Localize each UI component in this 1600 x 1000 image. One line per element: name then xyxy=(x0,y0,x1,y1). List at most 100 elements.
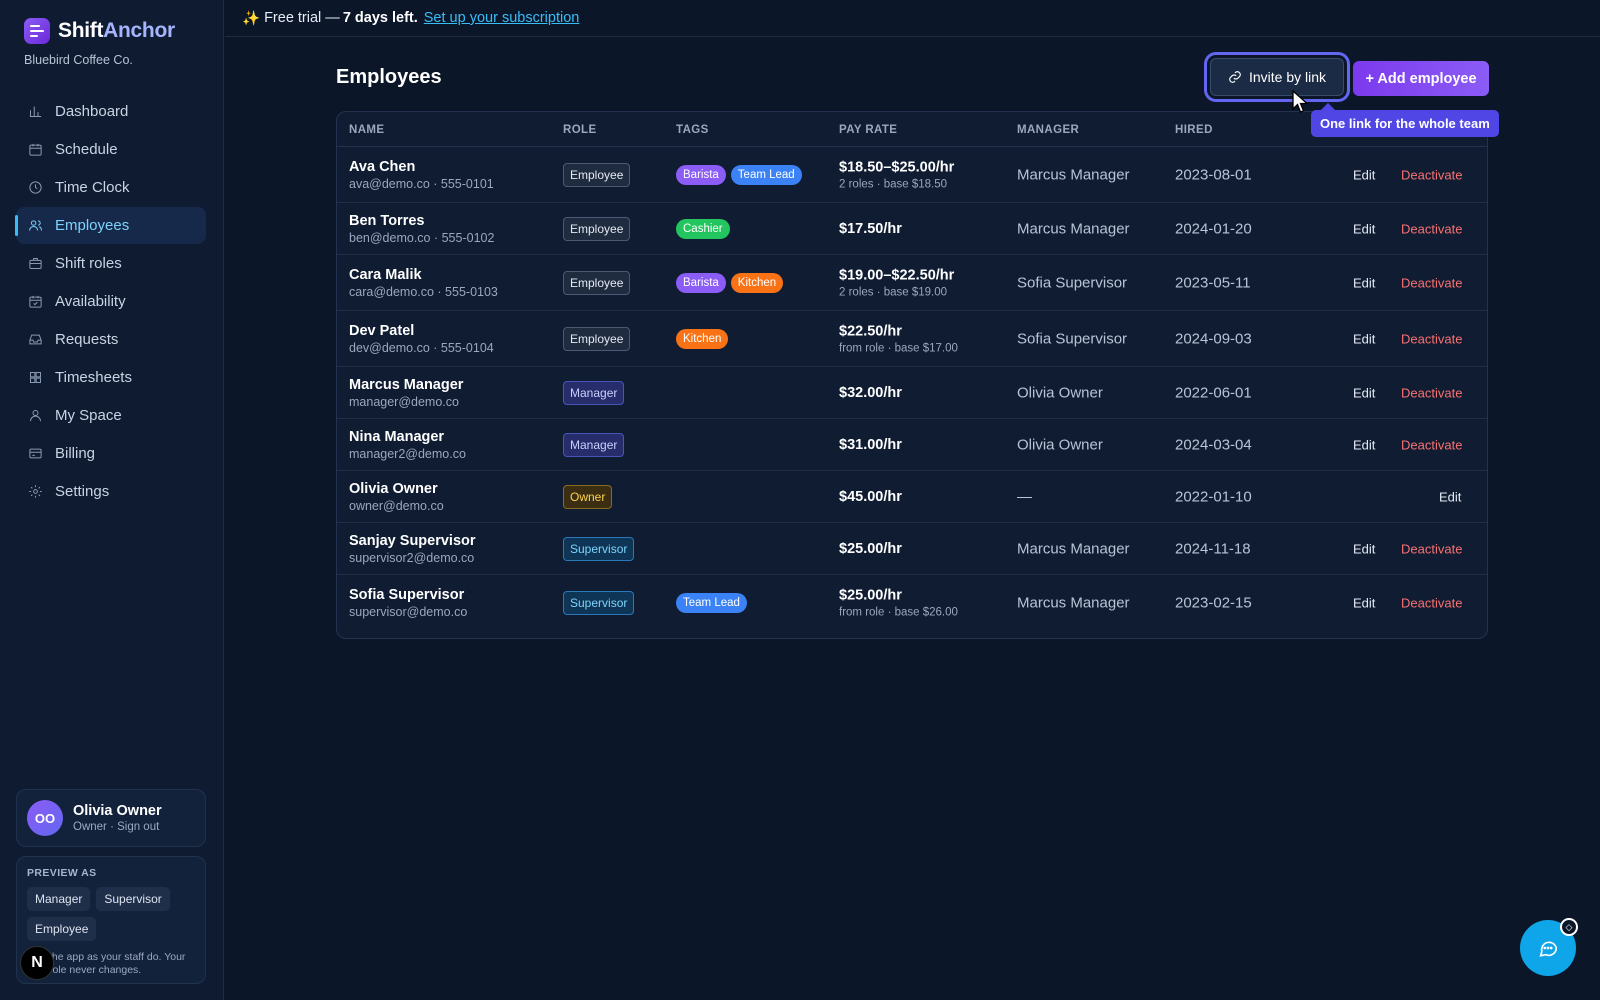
app-name: ShiftAnchor xyxy=(58,19,175,42)
role-cell: Owner xyxy=(563,484,613,509)
preview-chip-supervisor[interactable]: Supervisor xyxy=(96,887,170,911)
sidebar-nav: Dashboard Schedule Time Clock Employees … xyxy=(15,93,206,511)
employee-name[interactable]: Sanjay Supervisor xyxy=(349,533,476,549)
sidebar-item-settings[interactable]: Settings xyxy=(16,473,206,510)
sidebar-item-dashboard[interactable]: Dashboard xyxy=(16,93,206,130)
employee-name-cell: Dev Patel dev@demo.co · 555-0104 xyxy=(349,323,494,355)
sidebar-item-schedule[interactable]: Schedule xyxy=(16,131,206,168)
edit-button[interactable]: Edit xyxy=(1353,541,1375,556)
brand[interactable]: ShiftAnchor xyxy=(24,18,175,44)
deactivate-button[interactable]: Deactivate xyxy=(1401,167,1462,182)
hired-date-cell: 2023-08-01 xyxy=(1175,166,1252,183)
employee-name-cell: Olivia Owner owner@demo.co xyxy=(349,481,444,513)
user-role-signout[interactable]: Owner · Sign out xyxy=(73,821,162,833)
col-manager[interactable]: MANAGER xyxy=(1017,124,1079,136)
invite-by-link-button[interactable]: Invite by link xyxy=(1210,58,1344,96)
employee-contact: supervisor2@demo.co xyxy=(349,550,475,565)
col-name[interactable]: NAME xyxy=(349,124,384,136)
sidebar-item-availability[interactable]: Availability xyxy=(16,283,206,320)
deactivate-button[interactable]: Deactivate xyxy=(1401,541,1462,556)
manager-cell: — xyxy=(1017,488,1032,505)
employee-contact: manager2@demo.co xyxy=(349,446,466,461)
preview-chip-manager[interactable]: Manager xyxy=(27,887,91,911)
employee-name-cell: Sanjay Supervisor supervisor2@demo.co xyxy=(349,533,476,565)
table-row: Ava Chen ava@demo.co · 555-0101 Employee… xyxy=(337,147,1487,203)
tag-badge: Barista xyxy=(676,164,726,185)
role-cell: Manager xyxy=(563,380,625,405)
credit-card-icon xyxy=(29,448,42,459)
edit-button[interactable]: Edit xyxy=(1353,221,1375,236)
tag-badge: Kitchen xyxy=(730,272,784,293)
employee-name[interactable]: Dev Patel xyxy=(349,323,494,339)
employee-name[interactable]: Ava Chen xyxy=(349,159,494,175)
role-badge: Manager xyxy=(563,380,625,405)
employee-contact: owner@demo.co xyxy=(349,498,444,513)
col-hired[interactable]: HIRED xyxy=(1175,124,1213,136)
edit-button[interactable]: Edit xyxy=(1353,437,1375,452)
sidebar-item-label: Dashboard xyxy=(55,103,129,120)
employee-contact: ben@demo.co · 555-0102 xyxy=(349,230,495,245)
hired-date-cell: 2024-11-18 xyxy=(1175,540,1251,557)
sidebar-item-requests[interactable]: Requests xyxy=(16,321,206,358)
tags-cell: Barista Team Lead xyxy=(676,164,802,185)
employee-name[interactable]: Marcus Manager xyxy=(349,377,463,393)
pay-rate-cell: $25.00/hr xyxy=(839,541,902,557)
pay-rate-detail: 2 roles · base $18.50 xyxy=(839,178,948,190)
edit-button[interactable]: Edit xyxy=(1353,385,1375,400)
employee-name[interactable]: Nina Manager xyxy=(349,429,466,445)
sidebar-item-my-space[interactable]: My Space xyxy=(16,397,206,434)
role-cell: Employee xyxy=(563,216,631,241)
clock-icon xyxy=(29,181,42,194)
col-tags[interactable]: TAGS xyxy=(676,124,709,136)
deactivate-button[interactable]: Deactivate xyxy=(1401,275,1462,290)
edit-button[interactable]: Edit xyxy=(1439,489,1461,504)
pay-rate: $17.50/hr xyxy=(839,220,902,237)
users-icon xyxy=(29,220,42,231)
pay-rate: $25.00/hr xyxy=(839,587,902,604)
sidebar-item-billing[interactable]: Billing xyxy=(16,435,206,472)
sidebar-item-label: Timesheets xyxy=(55,369,132,386)
employee-name[interactable]: Sofia Supervisor xyxy=(349,587,467,603)
role-badge: Supervisor xyxy=(563,591,635,615)
setup-subscription-link[interactable]: Set up your subscription xyxy=(424,10,580,26)
role-badge: Employee xyxy=(563,270,631,295)
edit-button[interactable]: Edit xyxy=(1353,596,1375,611)
invite-tooltip: One link for the whole team xyxy=(1311,110,1499,137)
preview-chip-employee[interactable]: Employee xyxy=(27,917,97,941)
table-row: Dev Patel dev@demo.co · 555-0104 Employe… xyxy=(337,311,1487,367)
grid-icon xyxy=(30,372,41,383)
sidebar-item-time-clock[interactable]: Time Clock xyxy=(16,169,206,206)
pay-rate: $31.00/hr xyxy=(839,436,902,453)
deactivate-button[interactable]: Deactivate xyxy=(1401,385,1462,400)
tags-cell: Kitchen xyxy=(676,328,729,349)
n-badge-icon[interactable]: N xyxy=(20,946,54,980)
user-card[interactable]: OO Olivia Owner Owner · Sign out xyxy=(16,789,206,847)
col-pay-rate[interactable]: PAY RATE xyxy=(839,124,897,136)
sidebar-item-employees[interactable]: Employees xyxy=(15,207,206,244)
employee-name[interactable]: Cara Malik xyxy=(349,267,498,283)
add-employee-button[interactable]: + Add employee xyxy=(1353,61,1489,96)
employee-name[interactable]: Olivia Owner xyxy=(349,481,444,497)
deactivate-button[interactable]: Deactivate xyxy=(1401,437,1462,452)
sidebar-item-shift-roles[interactable]: Shift roles xyxy=(16,245,206,282)
edit-button[interactable]: Edit xyxy=(1353,167,1375,182)
sidebar-item-label: Employees xyxy=(55,217,130,234)
employee-name[interactable]: Ben Torres xyxy=(349,213,494,229)
col-role[interactable]: ROLE xyxy=(563,124,597,136)
edit-button[interactable]: Edit xyxy=(1353,331,1375,346)
table-row: Sofia Supervisor supervisor@demo.co Supe… xyxy=(337,575,1487,631)
trial-banner: ✨ Free trial — 7 days left. Set up your … xyxy=(225,0,1600,37)
pay-rate-cell: $18.50–$25.00/hr 2 roles · base $18.50 xyxy=(839,159,954,190)
edit-button[interactable]: Edit xyxy=(1353,275,1375,290)
deactivate-button[interactable]: Deactivate xyxy=(1401,221,1462,236)
manager-cell: Marcus Manager xyxy=(1017,594,1130,612)
org-name: Bluebird Coffee Co. xyxy=(24,53,133,67)
hired-date-cell: 2023-05-11 xyxy=(1175,274,1251,291)
pay-rate: $19.00–$22.50/hr xyxy=(839,267,955,283)
employee-name-cell: Sofia Supervisor supervisor@demo.co xyxy=(349,587,467,619)
role-badge: Supervisor xyxy=(563,536,635,561)
deactivate-button[interactable]: Deactivate xyxy=(1401,331,1462,346)
sidebar-item-label: Schedule xyxy=(55,141,118,158)
sidebar-item-timesheets[interactable]: Timesheets xyxy=(16,359,206,396)
deactivate-button[interactable]: Deactivate xyxy=(1401,596,1462,611)
